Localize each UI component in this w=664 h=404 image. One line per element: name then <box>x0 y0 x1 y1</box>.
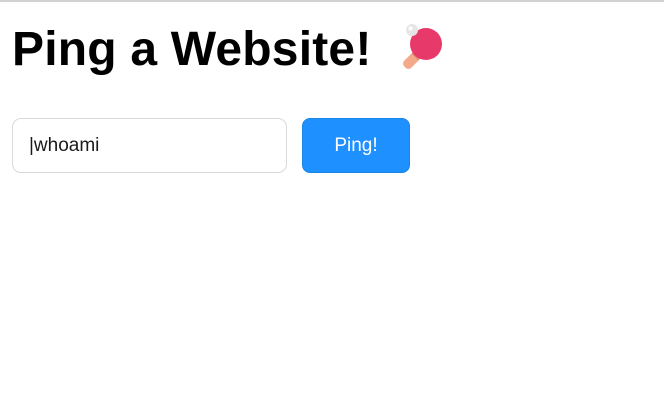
ping-pong-paddle-icon <box>398 22 446 74</box>
title-row: Ping a Website! <box>12 22 652 78</box>
ping-form: Ping! <box>12 118 410 173</box>
ping-button[interactable]: Ping! <box>302 118 410 173</box>
page-container: Ping a Website! Ping! <box>12 22 652 173</box>
top-divider <box>0 0 664 2</box>
page-title: Ping a Website! <box>12 23 372 76</box>
url-input[interactable] <box>12 118 287 173</box>
